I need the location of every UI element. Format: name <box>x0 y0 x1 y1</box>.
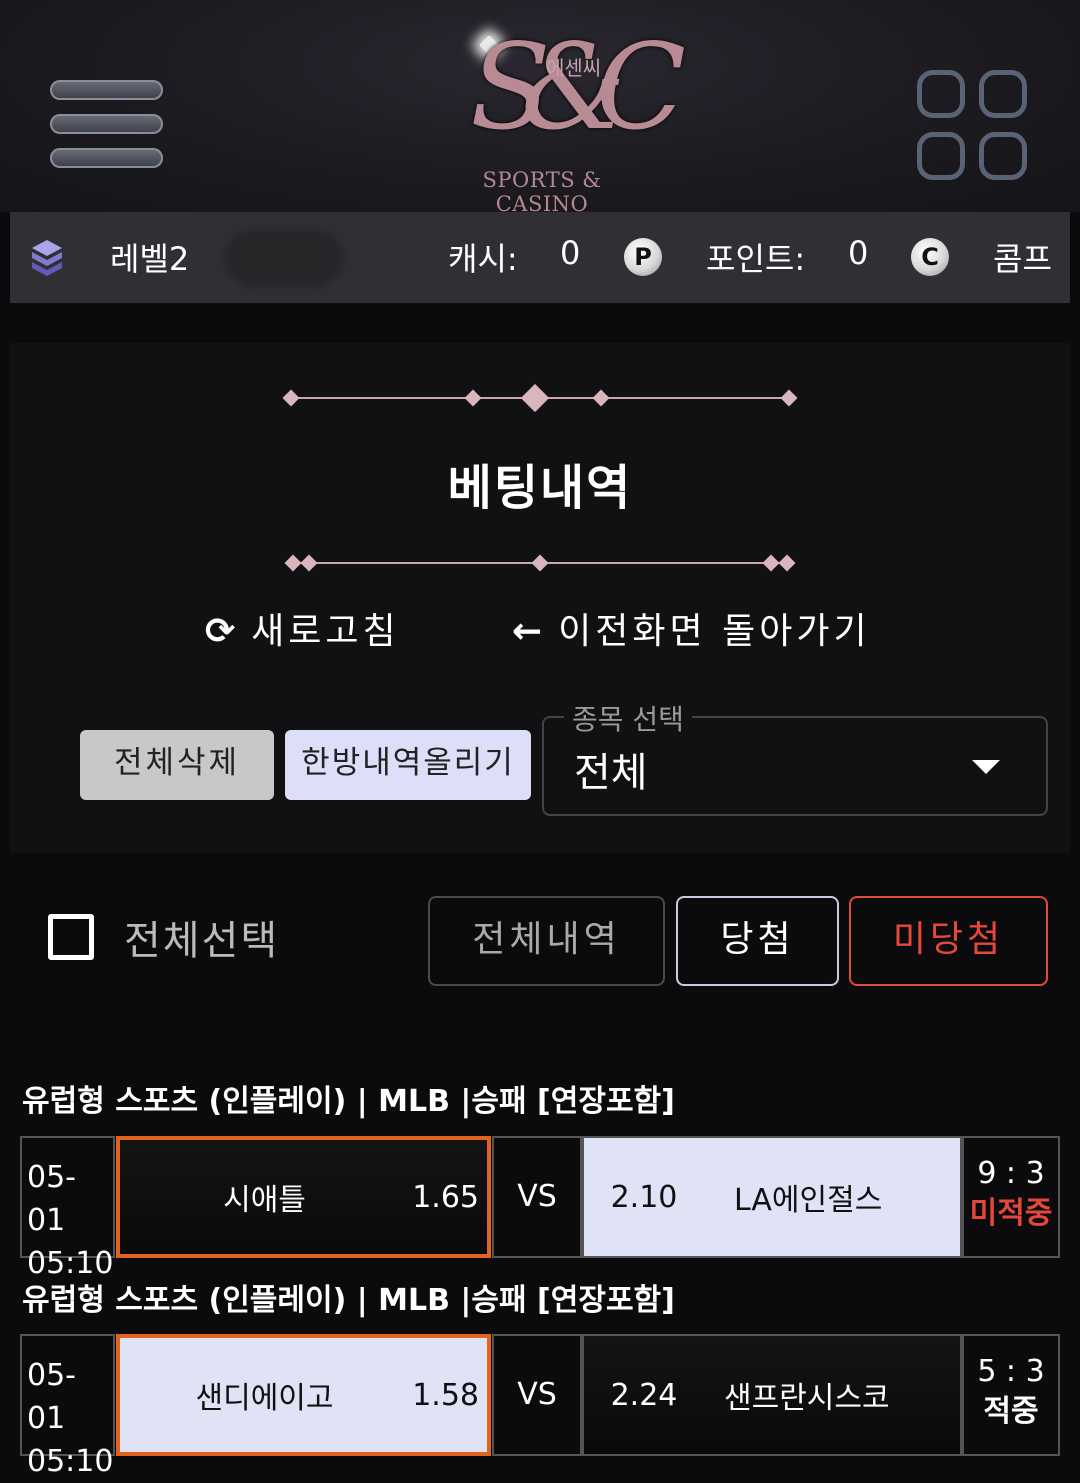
sport-select[interactable]: 종목 선택 전체 <box>542 698 1048 816</box>
refresh-button[interactable]: ⟳ 새로고침 <box>205 602 400 654</box>
select-all-label[interactable]: 전체선택 <box>124 908 279 966</box>
comp-label[interactable]: 콤프 <box>993 234 1052 280</box>
bet-row: 05-01 05:10 샌디에이고 1.58 VS 2.24 샌프란시스코 5 … <box>20 1334 1060 1479</box>
grid-cell <box>979 70 1027 118</box>
bet-date: 05-01 <box>27 1160 76 1238</box>
result-badge: 적중 <box>983 1394 1039 1429</box>
bet-score: 5 : 3 적중 <box>962 1334 1060 1456</box>
back-label: 이전화면 돌아가기 <box>558 611 871 652</box>
upload-combo-button[interactable]: 한방내역올리기 <box>285 730 531 800</box>
refresh-icon: ⟳ <box>205 611 240 652</box>
home-selection[interactable]: 샌디에이고 1.58 <box>116 1334 491 1456</box>
select-all-checkbox[interactable] <box>48 914 94 960</box>
tab-won[interactable]: 당첨 <box>676 896 839 986</box>
away-selection[interactable]: 2.24 샌프란시스코 <box>582 1334 962 1456</box>
sport-select-legend: 종목 선택 <box>564 698 692 738</box>
grid-icon[interactable] <box>915 68 1033 186</box>
dropdown-arrow-icon <box>972 760 1000 774</box>
menu-bar <box>50 80 163 100</box>
arrow-left-icon: ← <box>512 611 547 652</box>
site-logo[interactable]: S&C 에센씨 SPORTS & CASINO <box>430 8 686 216</box>
vs-label: VS <box>492 1334 582 1456</box>
bet-score: 9 : 3 미적중 <box>962 1136 1060 1258</box>
bet-title: 유럽형 스포츠 (인플레이) | MLB |승패 [연장포함] <box>22 1283 675 1318</box>
blurred-username <box>225 230 343 286</box>
away-selection[interactable]: 2.10 LA에인절스 <box>582 1136 962 1258</box>
home-team: 샌디에이고 <box>195 1381 334 1416</box>
top-header: S&C 에센씨 SPORTS & CASINO <box>0 0 1080 216</box>
comp-coin-icon: C <box>911 238 949 276</box>
back-button[interactable]: ← 이전화면 돌아가기 <box>512 602 871 654</box>
bet-datetime: 05-01 05:10 <box>20 1334 115 1479</box>
away-odds: 2.10 <box>610 1179 678 1215</box>
delete-all-button[interactable]: 전체삭제 <box>80 730 274 800</box>
home-team: 시애틀 <box>223 1183 306 1218</box>
user-status-bar: 레벨2 캐시: 0 P 포인트: 0 C 콤프 <box>10 212 1070 303</box>
result-badge: 미적중 <box>969 1196 1053 1231</box>
grid-cell <box>917 70 965 118</box>
hamburger-icon[interactable] <box>50 78 165 174</box>
tab-all-history[interactable]: 전체내역 <box>428 896 665 986</box>
logo-monogram: S&C <box>470 18 686 156</box>
bet-time: 05:10 <box>27 1444 114 1479</box>
ornament-divider-bottom <box>284 548 796 578</box>
cash-value: 0 <box>560 234 581 272</box>
grid-cell <box>979 132 1027 180</box>
page-title: 베팅내역 <box>447 460 633 516</box>
ornament-divider-top <box>282 383 798 413</box>
home-selection[interactable]: 시애틀 1.65 <box>116 1136 491 1258</box>
logo-brand-text: SPORTS & CASINO <box>482 168 602 216</box>
menu-bar <box>50 114 163 134</box>
cash-label: 캐시: <box>448 240 518 278</box>
away-team: LA에인절스 <box>734 1183 883 1218</box>
home-odds: 1.65 <box>412 1179 479 1215</box>
home-odds: 1.58 <box>412 1377 479 1413</box>
level-icon <box>32 240 62 276</box>
grid-cell <box>917 132 965 180</box>
bet-row: 05-01 05:10 시애틀 1.65 VS 2.10 LA에인절스 9 : … <box>20 1136 1060 1281</box>
away-odds: 2.24 <box>610 1377 678 1413</box>
point-label: 포인트: <box>706 240 806 278</box>
refresh-label: 새로고침 <box>251 611 400 652</box>
vs-label: VS <box>492 1136 582 1258</box>
away-team: 샌프란시스코 <box>724 1381 890 1416</box>
level-text: 레벨2 <box>110 240 190 278</box>
menu-bar <box>50 148 163 168</box>
score-text: 9 : 3 <box>977 1156 1045 1191</box>
bet-date: 05-01 <box>27 1358 76 1436</box>
bet-datetime: 05-01 05:10 <box>20 1136 115 1281</box>
point-value: 0 <box>848 234 869 272</box>
tab-lost[interactable]: 미당첨 <box>849 896 1048 986</box>
point-coin-icon: P <box>624 238 662 276</box>
score-text: 5 : 3 <box>977 1354 1045 1389</box>
sport-select-value: 전체 <box>574 750 648 796</box>
logo-korean: 에센씨 <box>546 56 602 80</box>
bet-title: 유럽형 스포츠 (인플레이) | MLB |승패 [연장포함] <box>22 1084 675 1119</box>
